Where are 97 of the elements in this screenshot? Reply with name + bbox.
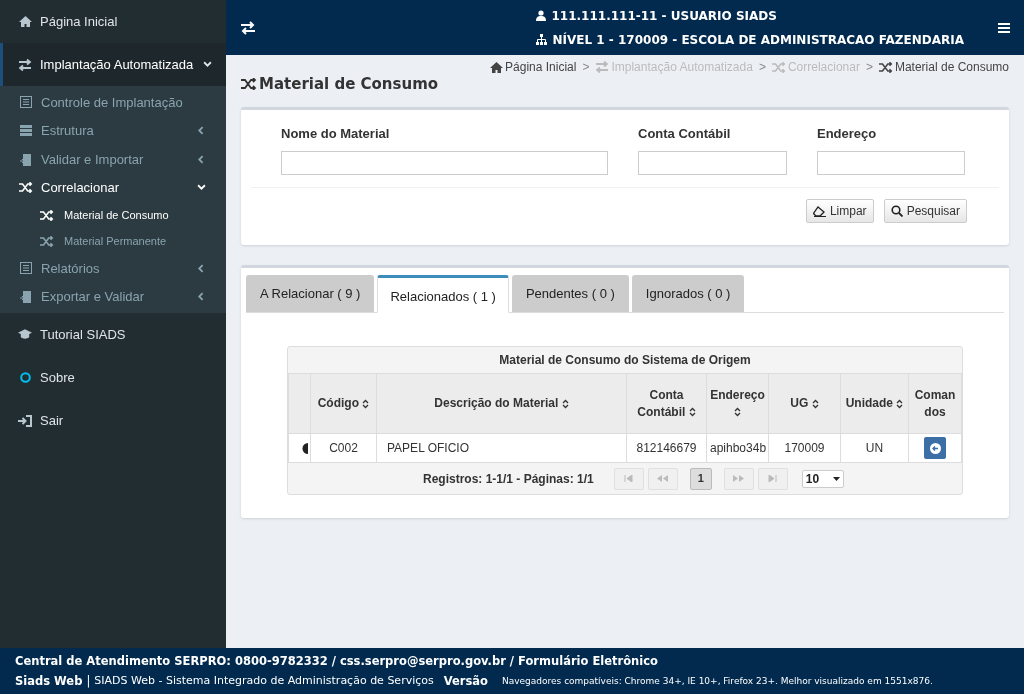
toggle-arrows-icon[interactable] (240, 20, 256, 35)
link-button[interactable] (924, 437, 946, 459)
column-header[interactable]: Descrição do Material (376, 373, 627, 434)
submenu-item[interactable]: Material de Consumo (0, 202, 226, 228)
clipboard-icon (20, 290, 32, 304)
input-field[interactable] (638, 150, 787, 175)
shuffle-icon (19, 182, 33, 194)
breadcrumb-link[interactable]: Material de Consumo (878, 58, 1009, 76)
table-cell: apihbo34b (706, 433, 769, 463)
next-page-icon (733, 475, 745, 482)
server-icon (20, 125, 32, 137)
sidebar-item[interactable]: Implantação Automatizada (0, 43, 226, 86)
list-icon (20, 96, 32, 109)
browser-info: Navegadores compatíveis: Chrome 34+, IE 10+, Firefox 23+. Melhor visualizado em 1551x876. (502, 675, 933, 688)
sort-icon (362, 398, 370, 409)
sort-icon (734, 407, 741, 418)
field-label: Nome do Material (281, 125, 391, 143)
sidebar-item[interactable]: Página Inicial (0, 0, 226, 43)
first-page-button[interactable] (613, 467, 644, 490)
breadcrumb-separator: > (758, 59, 766, 76)
arrow-left-circle-icon (929, 442, 941, 454)
sort-icon (688, 407, 696, 418)
sidebar-item[interactable]: Sobre (0, 356, 226, 399)
breadcrumb-separator: > (865, 59, 873, 76)
field-label: Conta Contábil (638, 125, 732, 143)
tab[interactable]: Pendentes ( 0 ) (511, 275, 629, 312)
records-info: Registros: 1-1/1 - Páginas: 1/1 (423, 470, 594, 488)
sidebar-item[interactable]: Tutorial SIADS (0, 313, 226, 356)
eraser-icon (812, 205, 826, 217)
field-label: Endereço (817, 125, 878, 143)
sidebar-item[interactable]: Sair (0, 399, 226, 442)
previous-page-button[interactable] (647, 467, 678, 490)
contact-info: Central de Atendimento SERPRO: 0800-9782332 / css.serpro@serpro.gov.br / Formulário Eletrônico (15, 653, 659, 669)
app-name: Siads Web (15, 673, 83, 689)
graduation-cap-icon (18, 329, 32, 340)
search-form-button[interactable]: Limpar (805, 199, 874, 223)
submenu-item[interactable]: Controle de Implantação (0, 88, 226, 117)
submenu-item[interactable]: Estrutura (0, 116, 226, 145)
sort-icon (561, 398, 569, 409)
input-field[interactable] (281, 150, 608, 175)
last-page-icon (768, 475, 778, 482)
tab[interactable]: Ignorados ( 0 ) (631, 275, 745, 312)
shuffle-icon (878, 61, 893, 73)
table-cell: 812146679 (626, 433, 707, 463)
submenu-item[interactable]: Material Permanente (0, 228, 226, 254)
previous-page-icon (657, 475, 669, 482)
sort-icon (811, 398, 819, 409)
tab[interactable]: Relacionados ( 1 ) (377, 275, 509, 313)
system-name: SIADS Web - Sistema Integrado de Administração de Serviços (94, 673, 434, 689)
table-cell: UN (840, 433, 909, 463)
submenu-item[interactable]: Relatórios (0, 254, 226, 283)
column-header[interactable]: Unidade (840, 373, 909, 434)
first-page-icon (624, 475, 634, 482)
page-button[interactable]: 1 (689, 467, 712, 490)
shuffle-icon (40, 209, 54, 221)
table-cell: 170009 (768, 433, 841, 463)
column-header: Comandos (908, 373, 962, 434)
tab[interactable]: A Relacionar ( 9 ) (246, 275, 375, 312)
column-header[interactable]: Conta Contábil (626, 373, 707, 434)
page-size-select[interactable]: 10 (801, 469, 844, 488)
unit-name: NÍVEL 1 - 170009 - ESCOLA DE ADMINISTRACAO FAZENDARIA (552, 31, 964, 49)
search-icon (890, 205, 903, 217)
user-name: 111.111.111-11 - USUARIO SIADS (551, 7, 777, 25)
shuffle-icon (40, 235, 54, 247)
sign-in-icon (18, 414, 32, 427)
column-header[interactable]: Código (310, 373, 377, 434)
search-form-button[interactable]: Pesquisar (883, 199, 967, 223)
breadcrumb-link[interactable]: Página Inicial (490, 58, 577, 76)
circle-icon (19, 372, 31, 383)
page-title: Material de Consumo (259, 74, 439, 95)
submenu-item[interactable]: Exportar e Validar (0, 282, 226, 311)
dropdown-caret-icon (832, 476, 840, 481)
table-cell: PAPEL OFICIO (376, 433, 627, 463)
sort-icon (896, 398, 904, 409)
menu-icon[interactable] (998, 21, 1010, 34)
hierarchy-icon (536, 34, 548, 45)
home-icon (490, 61, 504, 73)
input-field[interactable] (817, 150, 965, 175)
submenu-item[interactable]: Validar e Importar (0, 145, 226, 174)
next-page-button[interactable] (723, 467, 754, 490)
shuffle-icon (771, 61, 786, 73)
breadcrumb-separator: > (582, 59, 590, 76)
table-caption: Material de Consumo do Sistema de Origem (498, 352, 752, 369)
shuffle-icon (241, 78, 257, 91)
version-label: Versão (443, 673, 488, 689)
last-page-button[interactable] (757, 467, 788, 490)
home-icon (18, 16, 32, 27)
exchange-arrows-icon (18, 58, 32, 71)
exchange-arrows-icon (595, 61, 610, 73)
submenu-item[interactable]: Correlacionar (0, 173, 226, 202)
list-icon (20, 262, 32, 275)
separator: | (86, 673, 91, 689)
clipboard-icon (20, 152, 32, 166)
table-cell: C002 (310, 433, 377, 463)
user-icon (536, 10, 547, 21)
column-header[interactable]: UG (768, 373, 841, 434)
column-header[interactable]: Endereço (706, 373, 769, 434)
